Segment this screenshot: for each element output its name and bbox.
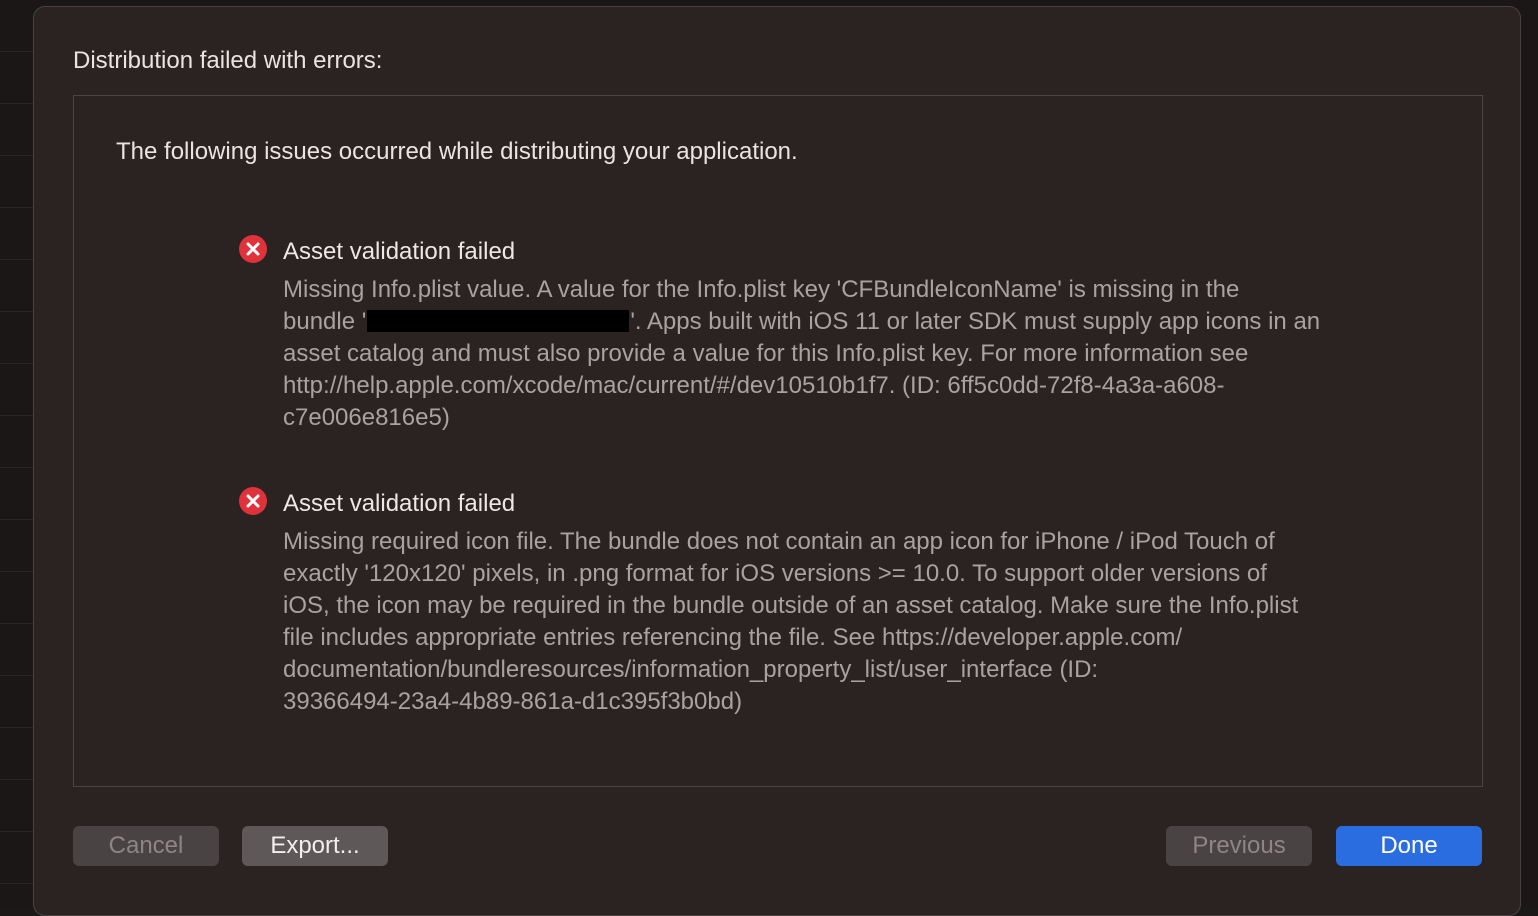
issue-line: c7e006e816e5)	[283, 404, 450, 431]
error-icon	[239, 235, 267, 263]
done-button[interactable]: Done	[1336, 826, 1482, 866]
issue-line-with-redaction: bundle ' '. Apps built with iOS 11 or lat…	[283, 306, 1443, 338]
issue-line: documentation/bundleresources/informatio…	[283, 656, 1099, 683]
issue-title: Asset validation failed	[283, 490, 516, 517]
issue-line: 39366494-23a4-4b89-861a-d1c395f3b0bd)	[283, 688, 743, 715]
issue-description: Missing Info.plist value. A value for th…	[283, 274, 1443, 434]
cancel-button[interactable]: Cancel	[73, 826, 219, 866]
issue-line: iOS, the icon may be required in the bun…	[283, 592, 1299, 619]
issue-title: Asset validation failed	[283, 238, 516, 265]
issue-line: Missing required icon file. The bundle d…	[283, 528, 1275, 555]
issue-description: Missing required icon file. The bundle d…	[283, 526, 1443, 718]
issues-panel: The following issues occurred while dist…	[73, 95, 1483, 787]
redacted-bundle-name	[367, 310, 630, 332]
backdrop-list-lines	[0, 0, 34, 906]
error-icon	[239, 487, 267, 515]
issue-line: http://help.apple.com/xcode/mac/current/…	[283, 372, 1225, 399]
issue-line: asset catalog and must also provide a va…	[283, 340, 1249, 367]
issue-line: exactly '120x120' pixels, in .png format…	[283, 560, 1267, 587]
issue-line-end: '. Apps built with iOS 11 or later SDK m…	[630, 308, 1321, 335]
issue-line: file includes appropriate entries refere…	[283, 624, 1183, 651]
sheet-title: Distribution failed with errors:	[73, 47, 383, 74]
previous-button[interactable]: Previous	[1166, 826, 1312, 866]
issues-intro: The following issues occurred while dist…	[116, 138, 798, 165]
issue-line-start: bundle '	[283, 308, 367, 335]
distribution-error-sheet: Distribution failed with errors: The fol…	[33, 6, 1521, 916]
issue-line: Missing Info.plist value. A value for th…	[283, 276, 1240, 303]
export-button[interactable]: Export...	[242, 826, 388, 866]
